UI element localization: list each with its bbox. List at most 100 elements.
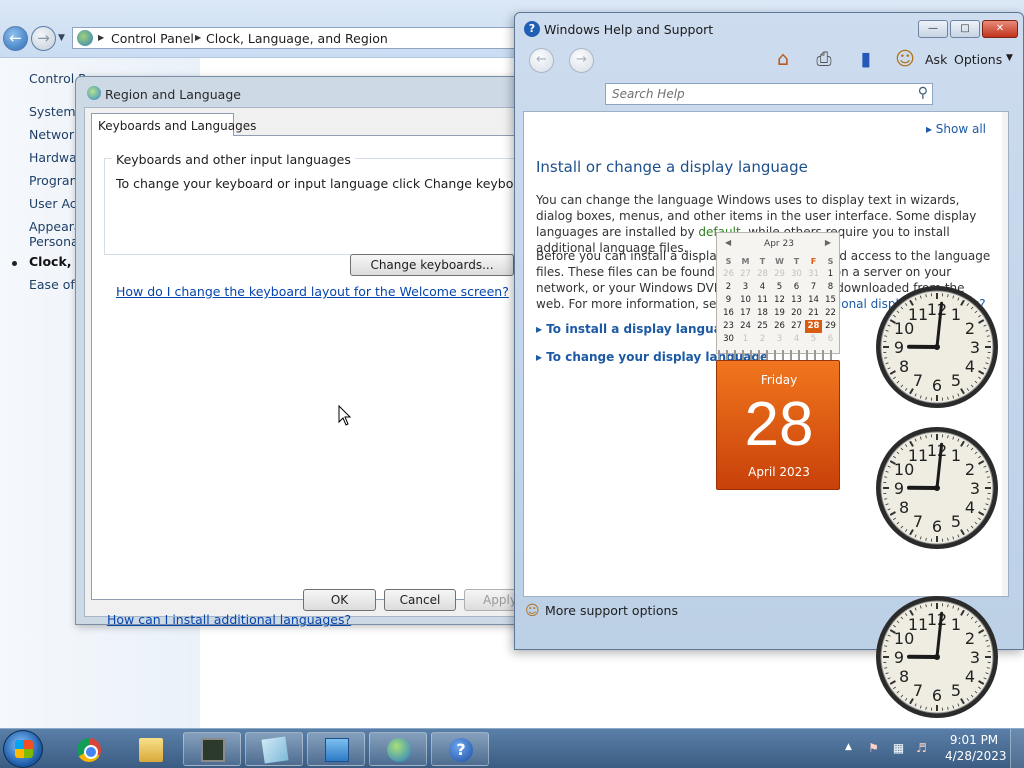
calendar-day[interactable]: 6: [822, 333, 839, 346]
forward-arrow-icon[interactable]: →: [31, 26, 56, 51]
action-center-flag-icon[interactable]: ⚑: [866, 741, 881, 756]
calendar-day[interactable]: 29: [771, 268, 788, 281]
back-arrow-icon[interactable]: ←: [3, 26, 28, 51]
calendar-day[interactable]: 21: [805, 307, 822, 320]
show-all-link[interactable]: ▸ Show all: [926, 122, 986, 136]
calendar-day[interactable]: 22: [822, 307, 839, 320]
calendar-day[interactable]: 6: [788, 281, 805, 294]
breadcrumb-arrow-icon[interactable]: ▶: [98, 33, 104, 42]
calendar-day[interactable]: 14: [805, 294, 822, 307]
browse-help-icon[interactable]: ▮: [854, 47, 878, 71]
search-icon[interactable]: ⚲: [918, 85, 928, 101]
taskbar-region-language[interactable]: [369, 732, 427, 766]
start-button[interactable]: [3, 730, 43, 768]
install-languages-link[interactable]: How can I install additional languages?: [107, 612, 351, 627]
clock-gadget[interactable]: 123456789101112: [874, 594, 1000, 720]
calendar-gadget[interactable]: ◀ Apr 23 ▶ S M T W T F S 26 27 28 29 30 31 1 2 3 4 5 6 7 8 9 1…: [716, 232, 840, 490]
ok-button[interactable]: OK: [303, 589, 376, 611]
forward-arrow-icon[interactable]: →: [569, 48, 594, 73]
volume-muted-icon[interactable]: ♬: [914, 741, 929, 756]
calendar-day[interactable]: 29: [822, 320, 839, 333]
calendar-day[interactable]: 24: [737, 320, 754, 333]
ask-icon[interactable]: ☺: [893, 47, 917, 71]
calendar-day[interactable]: 9: [720, 294, 737, 307]
calendar-day[interactable]: 20: [788, 307, 805, 320]
sidebar-item-programs[interactable]: Program: [29, 173, 82, 188]
calendar-day[interactable]: 2: [754, 333, 771, 346]
network-icon[interactable]: ▦: [891, 741, 906, 756]
show-desktop-button[interactable]: [1010, 729, 1024, 768]
taskbar-explorer[interactable]: [121, 732, 179, 766]
calendar-day[interactable]: 4: [754, 281, 771, 294]
calendar-day[interactable]: 1: [737, 333, 754, 346]
calendar-day[interactable]: 28: [754, 268, 771, 281]
breadcrumb-control-panel[interactable]: Control Panel: [111, 31, 194, 46]
calendar-day[interactable]: 26: [720, 268, 737, 281]
taskbar-sticky-notes[interactable]: [245, 732, 303, 766]
vertical-scrollbar[interactable]: [1002, 112, 1008, 596]
install-language-expander[interactable]: ▸ To install a display language: [536, 322, 739, 336]
calendar-day[interactable]: 27: [737, 268, 754, 281]
cancel-button[interactable]: Cancel: [384, 589, 456, 611]
clock-gadget[interactable]: 123456789101112: [874, 425, 1000, 551]
taskbar-control-panel[interactable]: [307, 732, 365, 766]
mouse-pointer-icon: [338, 405, 352, 426]
calendar-day[interactable]: 25: [754, 320, 771, 333]
tab-keyboards-and-languages[interactable]: Keyboards and Languages: [91, 113, 256, 136]
tray-clock-date[interactable]: 4/28/2023: [945, 749, 1007, 763]
calendar-day[interactable]: 7: [805, 281, 822, 294]
calendar-day[interactable]: 27: [788, 320, 805, 333]
breadcrumb-clock-language-region[interactable]: Clock, Language, and Region: [206, 31, 388, 46]
taskbar-chrome[interactable]: [59, 732, 117, 766]
calendar-day[interactable]: 13: [788, 294, 805, 307]
home-icon[interactable]: ⌂: [771, 47, 795, 71]
back-arrow-icon[interactable]: ←: [529, 48, 554, 73]
calendar-day[interactable]: 3: [771, 333, 788, 346]
calendar-day[interactable]: 3: [737, 281, 754, 294]
calendar-day[interactable]: 2: [720, 281, 737, 294]
taskbar-monitor[interactable]: [183, 732, 241, 766]
address-bar[interactable]: ▶ Control Panel ▶ Clock, Language, and R…: [72, 27, 532, 49]
calendar-day[interactable]: 18: [754, 307, 771, 320]
show-hidden-icons-icon[interactable]: ▲: [845, 742, 852, 752]
welcome-keyboard-link[interactable]: How do I change the keyboard layout for …: [116, 284, 509, 299]
calendar-day[interactable]: 8: [822, 281, 839, 294]
calendar-day[interactable]: 5: [771, 281, 788, 294]
recent-pages-chevron-icon[interactable]: ▼: [58, 33, 65, 43]
calendar-day[interactable]: 31: [805, 268, 822, 281]
search-input[interactable]: Search Help ⚲: [605, 83, 933, 105]
calendar-day[interactable]: 19: [771, 307, 788, 320]
calendar-day[interactable]: 26: [771, 320, 788, 333]
change-keyboards-button[interactable]: Change keyboards...: [350, 254, 514, 276]
options-button[interactable]: Options: [954, 52, 1002, 67]
taskbar-help[interactable]: ?: [431, 732, 489, 766]
sidebar-item-network[interactable]: Network: [29, 127, 81, 142]
chevron-down-icon[interactable]: ▼: [1006, 53, 1013, 63]
breadcrumb-arrow-icon[interactable]: ▶: [195, 33, 201, 42]
calendar-day[interactable]: 30: [720, 333, 737, 346]
calendar-day[interactable]: 12: [771, 294, 788, 307]
calendar-day[interactable]: 16: [720, 307, 737, 320]
calendar-day[interactable]: 28: [805, 320, 822, 333]
next-month-icon[interactable]: ▶: [825, 238, 831, 247]
calendar-day[interactable]: 23: [720, 320, 737, 333]
clock-numeral: 7: [913, 371, 923, 390]
more-support-options-button[interactable]: More support options: [545, 603, 678, 618]
calendar-day[interactable]: 10: [737, 294, 754, 307]
maximize-button[interactable]: □: [950, 20, 980, 38]
calendar-day[interactable]: 11: [754, 294, 771, 307]
clock-gadget[interactable]: 123456789101112: [874, 284, 1000, 410]
close-button[interactable]: ✕: [982, 20, 1018, 38]
calendar-day[interactable]: 4: [788, 333, 805, 346]
sidebar-item-hardware[interactable]: Hardwar: [29, 150, 82, 165]
calendar-day[interactable]: 15: [822, 294, 839, 307]
ask-button[interactable]: Ask: [925, 52, 947, 67]
group-description: To change your keyboard or input languag…: [116, 176, 545, 191]
calendar-day[interactable]: 5: [805, 333, 822, 346]
minimize-button[interactable]: —: [918, 20, 948, 38]
tray-clock-time[interactable]: 9:01 PM: [945, 733, 1003, 747]
calendar-day[interactable]: 30: [788, 268, 805, 281]
print-icon[interactable]: ⎙: [812, 47, 836, 71]
calendar-day[interactable]: 17: [737, 307, 754, 320]
calendar-day[interactable]: 1: [822, 268, 839, 281]
